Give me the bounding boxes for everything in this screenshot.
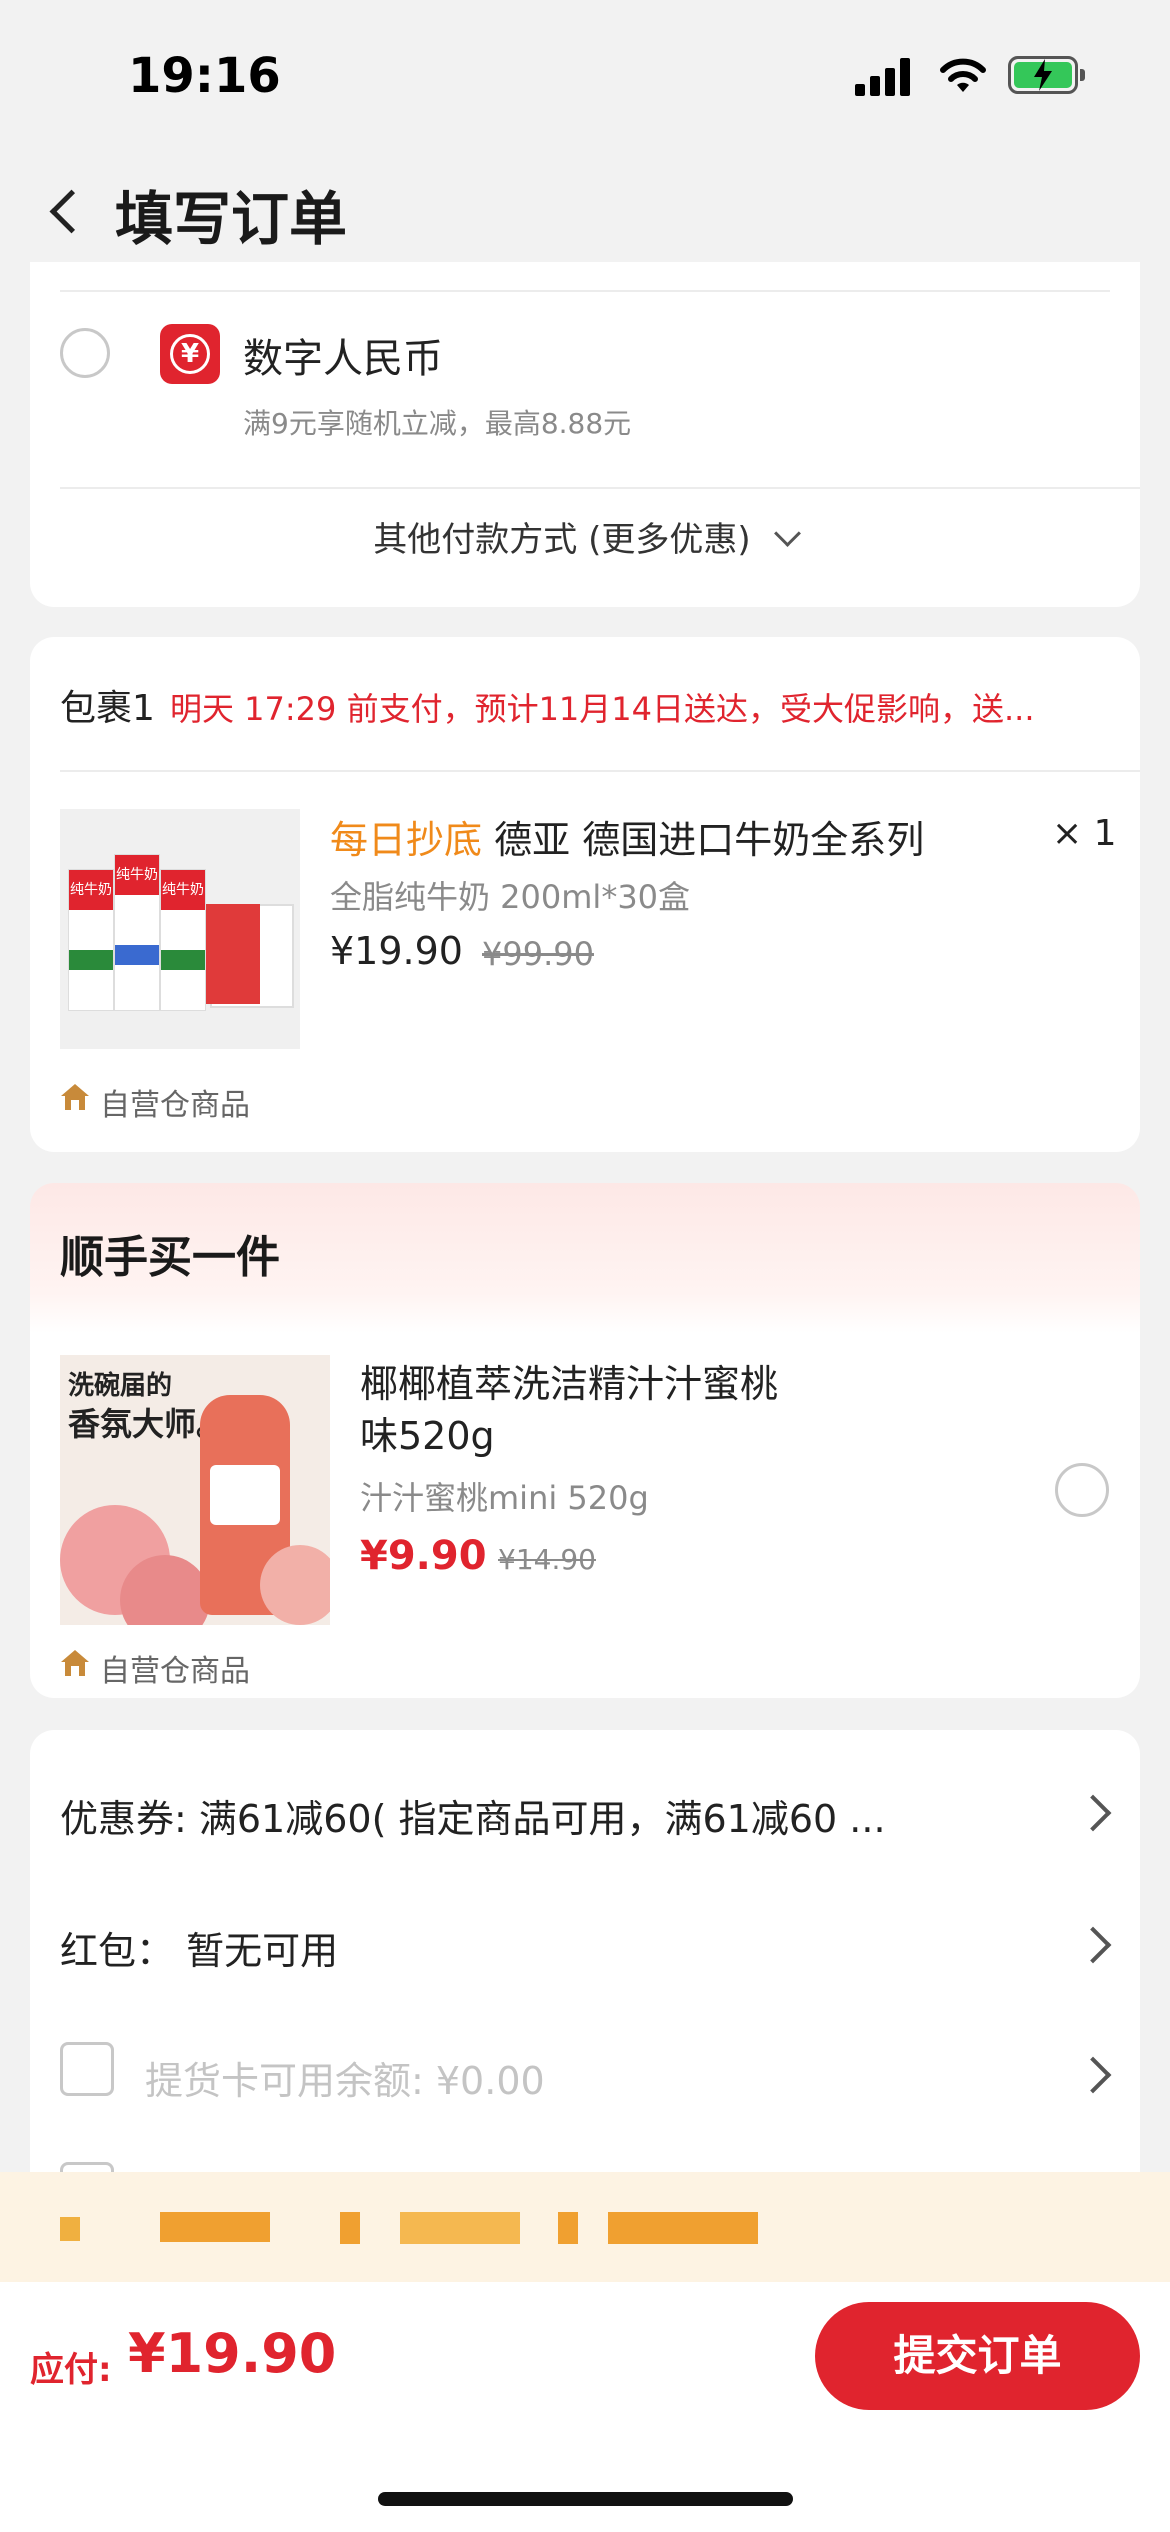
addon-original-price: ¥14.90 [498, 1543, 596, 1576]
chevron-right-icon [1074, 1926, 1112, 1964]
submit-order-label: 提交订单 [893, 2331, 1062, 2380]
delivery-notice: 明天 17:29 前支付，预计11月14日送达，受大促影响，送... [170, 690, 1035, 728]
addon-product-image[interactable]: 洗碗届的 香氛大师。 [60, 1355, 330, 1625]
product-spec: 全脂纯牛奶 200ml*30盒 [330, 878, 691, 916]
blurred-block [608, 2212, 758, 2244]
digital-rmb-radio[interactable] [60, 328, 110, 378]
status-bar: 19:16 [0, 0, 1170, 150]
page-title: 填写订单 [115, 185, 348, 253]
blurred-block [558, 2212, 578, 2244]
addon-select-radio[interactable] [1055, 1463, 1109, 1517]
product-image[interactable]: 纯牛奶 纯牛奶 纯牛奶 [60, 809, 300, 1049]
red-packet-label: 红包： 暂无可用 [60, 1929, 339, 1973]
promo-banner [0, 2172, 1170, 2282]
addon-product-spec: 汁汁蜜桃mini 520g [360, 1479, 649, 1517]
coupon-row[interactable]: 优惠券: 满61减60( 指定商品可用，满61减60 ... [30, 1760, 1140, 1860]
other-payment-methods[interactable]: 其他付款方式 (更多优惠) [30, 512, 1140, 572]
other-payment-label: 其他付款方式 (更多优惠) [373, 520, 751, 560]
payment-card: ¥ 数字人民币 满9元享随机立减，最高8.88元 其他付款方式 (更多优惠) [30, 262, 1140, 607]
red-packet-row[interactable]: 红包： 暂无可用 [30, 1890, 1140, 1990]
submit-order-button[interactable]: 提交订单 [815, 2302, 1140, 2410]
pay-amount: ¥19.90 [128, 2322, 337, 2385]
blurred-block [340, 2212, 360, 2244]
divider [60, 290, 1110, 292]
digital-rmb-icon: ¥ [160, 324, 220, 384]
digital-rmb-desc: 满9元享随机立减，最高8.88元 [243, 407, 632, 440]
chevron-right-icon [1074, 2056, 1112, 2094]
warehouse-icon [60, 1649, 90, 1677]
product-quantity: × 1 [1052, 813, 1117, 854]
product-price: ¥19.90 [330, 929, 463, 973]
addon-product-title-2[interactable]: 味520g [360, 1405, 495, 1460]
milk-carton-2: 纯牛奶 [114, 854, 160, 1011]
header: 填写订单 [0, 150, 1170, 265]
pickup-card-row[interactable]: 提货卡可用余额: ¥0.00 [30, 2020, 1140, 2120]
pickup-card-label: 提货卡可用余额: ¥0.00 [145, 2059, 545, 2103]
back-button[interactable] [40, 180, 94, 240]
digital-rmb-label: 数字人民币 [243, 336, 443, 382]
pay-label: 应付: [30, 2350, 112, 2390]
package-label: 包裹1 [60, 688, 155, 729]
milk-carton-3: 纯牛奶 [160, 869, 206, 1011]
package-card: 包裹1 明天 17:29 前支付，预计11月14日送达，受大促影响，送... 纯… [30, 637, 1140, 1152]
package-header: 包裹1 明天 17:29 前支付，预计11月14日送达，受大促影响，送... [60, 679, 1120, 731]
coupon-label: 优惠券: 满61减60( 指定商品可用，满61减60 ... [60, 1797, 886, 1841]
divider [60, 770, 1140, 772]
blurred-block [400, 2212, 520, 2244]
warehouse-icon [60, 1083, 90, 1111]
chevron-right-icon [1074, 1794, 1112, 1832]
back-arrow-icon [49, 189, 94, 234]
addon-product-price: ¥9.90 [360, 1533, 487, 1579]
addon-card: 顺手买一件 洗碗届的 香氛大师。 椰椰植萃洗洁精汁汁蜜桃 味520g 汁汁蜜桃m… [30, 1183, 1140, 1698]
addon-product-title-1[interactable]: 椰椰植萃洗洁精汁汁蜜桃 [360, 1353, 778, 1408]
blurred-block [60, 2217, 80, 2241]
footer-bar: 应付: ¥19.90 提交订单 [0, 2282, 1170, 2532]
chevron-down-icon [773, 520, 801, 547]
peach-3 [260, 1545, 330, 1625]
addon-warehouse-badge: 自营仓商品 [100, 1654, 250, 1689]
wifi-icon [938, 54, 988, 96]
home-indicator [378, 2492, 793, 2506]
addon-title: 顺手买一件 [60, 1232, 280, 1283]
warehouse-badge: 自营仓商品 [100, 1088, 250, 1123]
product-title[interactable]: 每日抄底 德亚 德国进口牛奶全系列 [330, 809, 1050, 864]
product-tag: 每日抄底 [330, 818, 483, 862]
product-title-text: 德亚 德国进口牛奶全系列 [494, 818, 925, 862]
status-time: 19:16 [128, 48, 281, 104]
image-caption-1: 洗碗届的 [68, 1371, 173, 1401]
product-original-price: ¥99.90 [482, 935, 594, 973]
pickup-card-checkbox[interactable] [60, 2042, 114, 2096]
signal-icon [855, 56, 915, 96]
blurred-block [160, 2212, 270, 2242]
milk-carton-1: 纯牛奶 [68, 869, 114, 1011]
battery-icon [1008, 56, 1088, 96]
divider [60, 487, 1140, 489]
